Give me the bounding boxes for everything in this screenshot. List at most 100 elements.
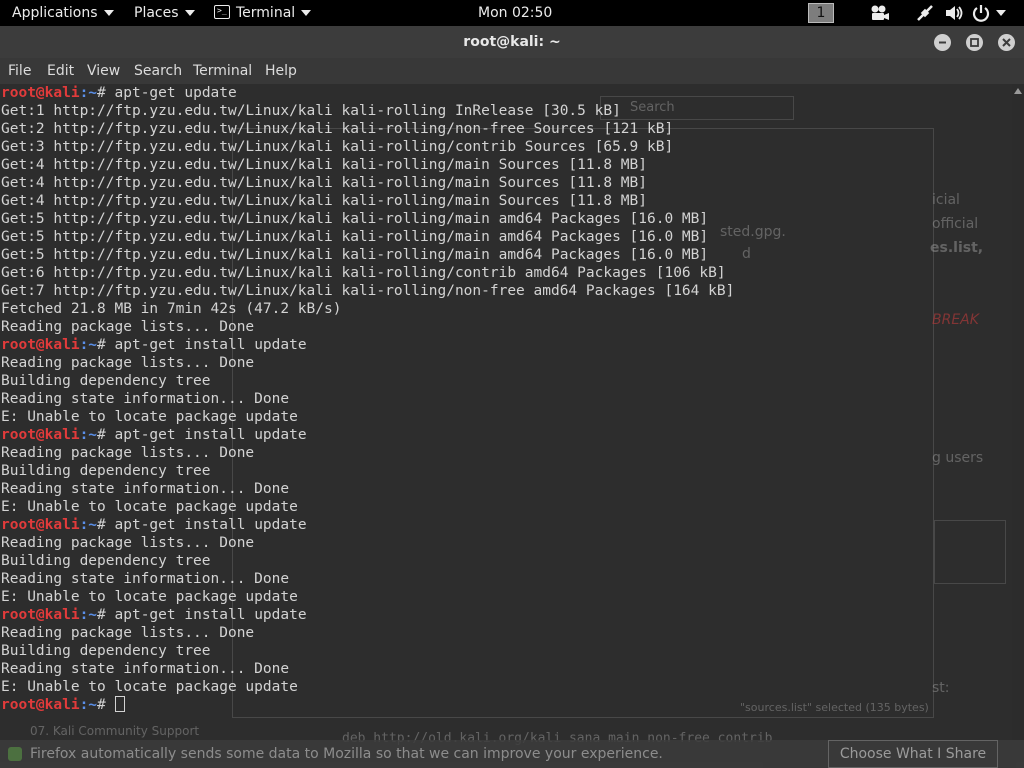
menu-search[interactable]: Search: [134, 58, 182, 84]
terminal-output[interactable]: Search sted.gpg. d icial official es.lis…: [0, 84, 1012, 768]
background-text: official: [932, 216, 979, 232]
terminal-output-line: Reading state information... Done: [1, 391, 290, 407]
places-menu[interactable]: Places: [134, 0, 195, 26]
prompt-user: root@kali: [1, 337, 80, 353]
background-panel: [934, 520, 1006, 584]
terminal-prompt-line: root@kali:~# apt-get update: [1, 84, 734, 102]
minimize-button[interactable]: [934, 34, 951, 51]
terminal-output-line: Reading package lists... Done: [1, 355, 255, 371]
chevron-down-icon: [184, 10, 195, 16]
terminal-output-line: E: Unable to locate package update: [1, 589, 298, 605]
prompt-user: root@kali: [1, 427, 80, 443]
terminal-output-line: E: Unable to locate package update: [1, 499, 298, 515]
background-text: BREAK: [932, 312, 979, 328]
menu-edit[interactable]: Edit: [47, 58, 74, 84]
terminal-output-line: Get:5 http://ftp.yzu.edu.tw/Linux/kali k…: [1, 229, 709, 245]
prompt-user: root@kali: [1, 517, 80, 533]
background-file-label-2: d: [742, 246, 751, 262]
terminal-output-line: Get:7 http://ftp.yzu.edu.tw/Linux/kali k…: [1, 283, 735, 299]
applications-menu[interactable]: Applications: [12, 0, 114, 26]
terminal-output-line: Get:3 http://ftp.yzu.edu.tw/Linux/kali k…: [1, 139, 674, 155]
clock[interactable]: Mon 02:50: [478, 0, 552, 26]
info-icon: [8, 747, 22, 761]
terminal-output-line: Get:5 http://ftp.yzu.edu.tw/Linux/kali k…: [1, 247, 709, 263]
close-button[interactable]: [998, 34, 1015, 51]
menu-terminal[interactable]: Terminal: [193, 58, 252, 84]
prompt-path: :~: [79, 607, 98, 623]
prompt-symbol: #: [97, 607, 115, 623]
prompt-path: :~: [79, 427, 98, 443]
terminal-output-line: Reading package lists... Done: [1, 445, 255, 461]
maximize-icon: [970, 38, 979, 47]
terminal-output-line: Reading state information... Done: [1, 481, 290, 497]
power-icon[interactable]: [972, 4, 990, 22]
command-text: apt-get install update: [114, 607, 307, 623]
scroll-up-icon[interactable]: [1014, 88, 1022, 94]
prompt-symbol: #: [97, 85, 115, 101]
terminal-prompt-line: root@kali:~# apt-get install update: [1, 426, 734, 444]
prompt-symbol: #: [97, 427, 115, 443]
text-cursor[interactable]: [114, 696, 125, 712]
prompt-path: :~: [79, 85, 98, 101]
top-panel: Applications Places >_ Terminal Mon 02:50…: [0, 0, 1024, 26]
applications-label: Applications: [12, 5, 98, 21]
terminal-output-line: Get:4 http://ftp.yzu.edu.tw/Linux/kali k…: [1, 157, 648, 173]
menu-view[interactable]: View: [87, 58, 120, 84]
choose-what-i-share-button[interactable]: Choose What I Share: [828, 740, 998, 768]
terminal-app-label: Terminal: [236, 5, 296, 21]
terminal-prompt-line: root@kali:~# apt-get install update: [1, 606, 734, 624]
terminal-output-line: Get:6 http://ftp.yzu.edu.tw/Linux/kali k…: [1, 265, 726, 281]
terminal-icon: >_: [214, 5, 230, 19]
terminal-prompt-line: root@kali:~#: [1, 696, 734, 714]
workspace-indicator[interactable]: 1: [808, 3, 834, 23]
chevron-down-icon[interactable]: [996, 10, 1006, 16]
prompt-symbol: #: [97, 697, 115, 713]
terminal-output-line: Get:4 http://ftp.yzu.edu.tw/Linux/kali k…: [1, 193, 648, 209]
terminal-output-line: Building dependency tree: [1, 463, 211, 479]
background-text: st:: [932, 680, 950, 696]
background-status: "sources.list" selected (135 bytes): [740, 701, 929, 714]
terminal-lines: root@kali:~# apt-get update Get:1 http://…: [1, 84, 734, 714]
terminal-menubar: File Edit View Search Terminal Help: [0, 58, 1024, 84]
chevron-down-icon: [103, 10, 114, 16]
maximize-button[interactable]: [966, 34, 983, 51]
terminal-output-line: E: Unable to locate package update: [1, 409, 298, 425]
volume-icon[interactable]: [944, 4, 964, 22]
prompt-path: :~: [79, 517, 98, 533]
background-text: es.list,: [930, 240, 984, 256]
prompt-symbol: #: [97, 337, 115, 353]
terminal-output-line: Reading package lists... Done: [1, 535, 255, 551]
close-icon: [1002, 38, 1011, 47]
window-titlebar[interactable]: root@kali: ~: [0, 26, 1024, 58]
terminal-scrollbar[interactable]: [1012, 84, 1024, 768]
terminal-output-line: Get:4 http://ftp.yzu.edu.tw/Linux/kali k…: [1, 175, 648, 191]
prompt-path: :~: [79, 337, 98, 353]
terminal-output-line: Reading package lists... Done: [1, 625, 255, 641]
chevron-down-icon: [301, 10, 312, 16]
command-text: apt-get install update: [114, 427, 307, 443]
firefox-notification-bar: Firefox automatically sends some data to…: [0, 740, 1024, 768]
background-text: icial: [932, 192, 960, 208]
terminal-output-line: Get:5 http://ftp.yzu.edu.tw/Linux/kali k…: [1, 211, 709, 227]
terminal-output-line: Building dependency tree: [1, 643, 211, 659]
menu-file[interactable]: File: [8, 58, 31, 84]
terminal-prompt-line: root@kali:~# apt-get install update: [1, 336, 734, 354]
terminal-prompt-line: root@kali:~# apt-get install update: [1, 516, 734, 534]
terminal-output-line: Reading state information... Done: [1, 571, 290, 587]
terminal-output-line: Reading package lists... Done: [1, 319, 255, 335]
menu-help[interactable]: Help: [265, 58, 297, 84]
video-camera-icon[interactable]: [870, 4, 890, 22]
prompt-symbol: #: [97, 517, 115, 533]
terminal-output-line: Get:1 http://ftp.yzu.edu.tw/Linux/kali k…: [1, 103, 621, 119]
terminal-app-menu[interactable]: >_ Terminal: [214, 0, 312, 26]
terminal-output-line: Get:2 http://ftp.yzu.edu.tw/Linux/kali k…: [1, 121, 674, 137]
background-text: g users: [932, 450, 984, 466]
terminal-output-line: E: Unable to locate package update: [1, 679, 298, 695]
minimize-icon: [939, 41, 946, 44]
prompt-user: root@kali: [1, 697, 80, 713]
prompt-user: root@kali: [1, 607, 80, 623]
network-wired-icon[interactable]: [916, 4, 934, 22]
prompt-user: root@kali: [1, 85, 80, 101]
places-label: Places: [134, 5, 179, 21]
command-text: apt-get install update: [114, 517, 307, 533]
